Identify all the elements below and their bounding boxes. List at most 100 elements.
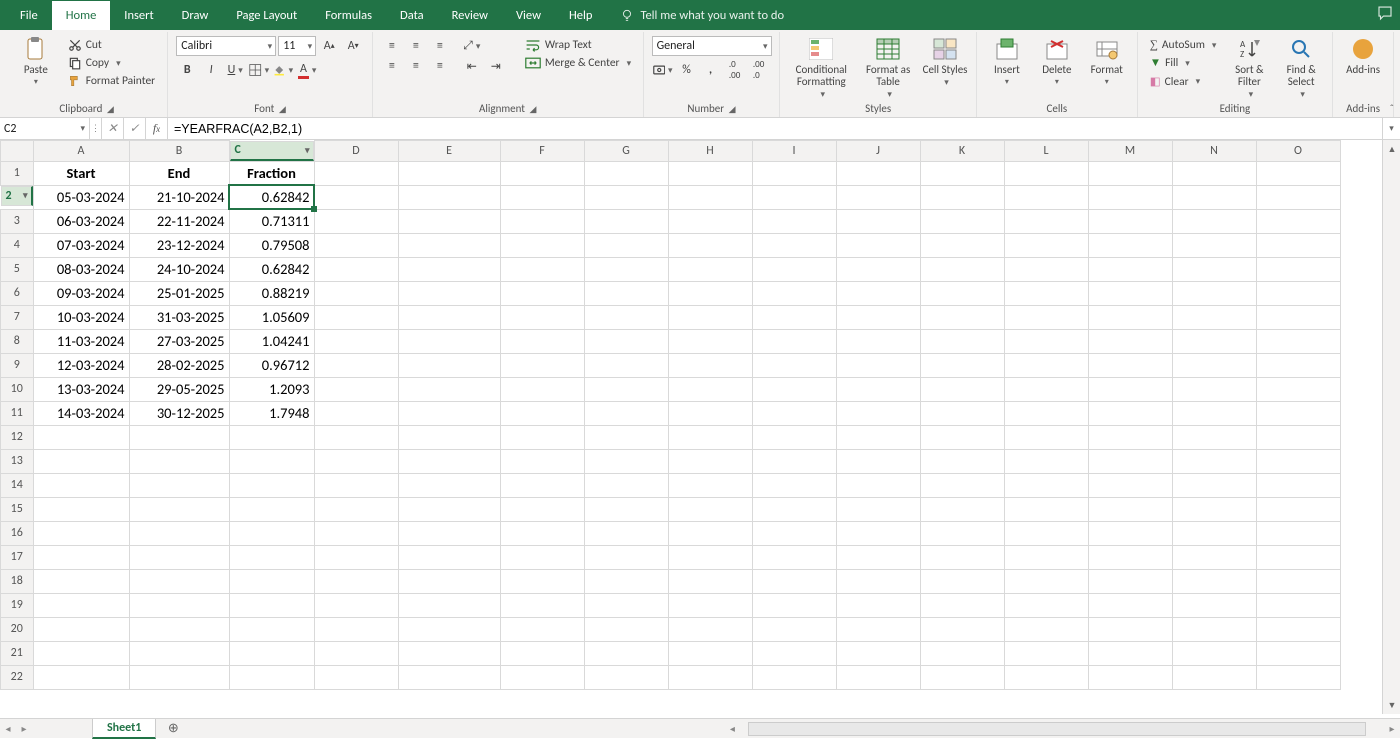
cell-B1[interactable]: End: [129, 161, 229, 185]
cell-C1[interactable]: Fraction: [229, 161, 314, 185]
cell-I17[interactable]: [752, 545, 836, 569]
cell-H12[interactable]: [668, 425, 752, 449]
cell-C17[interactable]: [229, 545, 314, 569]
cell-F11[interactable]: [500, 401, 584, 425]
cell-K21[interactable]: [920, 641, 1004, 665]
cell-H3[interactable]: [668, 209, 752, 233]
cell-L1[interactable]: [1004, 161, 1088, 185]
cell-I3[interactable]: [752, 209, 836, 233]
cell-M18[interactable]: [1088, 569, 1172, 593]
row-header-17[interactable]: 17: [1, 545, 34, 569]
cell-I19[interactable]: [752, 593, 836, 617]
cell-J19[interactable]: [836, 593, 920, 617]
cell-M13[interactable]: [1088, 449, 1172, 473]
cell-O17[interactable]: [1256, 545, 1340, 569]
cell-N16[interactable]: [1172, 521, 1256, 545]
cell-L14[interactable]: [1004, 473, 1088, 497]
cell-K8[interactable]: [920, 329, 1004, 353]
cell-G9[interactable]: [584, 353, 668, 377]
cell-I18[interactable]: [752, 569, 836, 593]
cell-G21[interactable]: [584, 641, 668, 665]
cell-G16[interactable]: [584, 521, 668, 545]
increase-indent-button[interactable]: ⇥: [485, 56, 507, 76]
cell-O21[interactable]: [1256, 641, 1340, 665]
cell-C5[interactable]: 0.62842: [229, 257, 314, 281]
cell-N22[interactable]: [1172, 665, 1256, 689]
cell-H21[interactable]: [668, 641, 752, 665]
cell-N5[interactable]: [1172, 257, 1256, 281]
cell-O20[interactable]: [1256, 617, 1340, 641]
cell-J18[interactable]: [836, 569, 920, 593]
cell-E13[interactable]: [398, 449, 500, 473]
percent-button[interactable]: %: [676, 60, 698, 80]
cell-F22[interactable]: [500, 665, 584, 689]
row-header-11[interactable]: 11: [1, 401, 34, 425]
row-header-2[interactable]: 2: [1, 186, 33, 206]
cell-N13[interactable]: [1172, 449, 1256, 473]
cell-F6[interactable]: [500, 281, 584, 305]
cell-K2[interactable]: [920, 185, 1004, 209]
cell-G22[interactable]: [584, 665, 668, 689]
copy-button[interactable]: Copy: [64, 54, 159, 72]
cell-F7[interactable]: [500, 305, 584, 329]
cell-H14[interactable]: [668, 473, 752, 497]
addins-button[interactable]: Add-ins: [1341, 36, 1385, 76]
cell-M6[interactable]: [1088, 281, 1172, 305]
column-header-C[interactable]: C: [230, 141, 314, 161]
cell-L3[interactable]: [1004, 209, 1088, 233]
cell-E2[interactable]: [398, 185, 500, 209]
row-header-20[interactable]: 20: [1, 617, 34, 641]
format-as-table-button[interactable]: Format as Table: [860, 36, 916, 100]
cell-F1[interactable]: [500, 161, 584, 185]
cell-E11[interactable]: [398, 401, 500, 425]
row-header-9[interactable]: 9: [1, 353, 34, 377]
cell-B10[interactable]: 29-05-2025: [129, 377, 229, 401]
cell-C21[interactable]: [229, 641, 314, 665]
clipboard-launcher[interactable]: ◢: [107, 104, 114, 115]
cell-H19[interactable]: [668, 593, 752, 617]
cell-G7[interactable]: [584, 305, 668, 329]
row-header-12[interactable]: 12: [1, 425, 34, 449]
cell-I10[interactable]: [752, 377, 836, 401]
cell-M11[interactable]: [1088, 401, 1172, 425]
cell-D6[interactable]: [314, 281, 398, 305]
name-box[interactable]: C2: [0, 118, 90, 139]
column-header-J[interactable]: J: [836, 141, 920, 162]
cell-G18[interactable]: [584, 569, 668, 593]
cell-M15[interactable]: [1088, 497, 1172, 521]
cell-I9[interactable]: [752, 353, 836, 377]
cell-M16[interactable]: [1088, 521, 1172, 545]
cell-B5[interactable]: 24-10-2024: [129, 257, 229, 281]
cell-N2[interactable]: [1172, 185, 1256, 209]
cell-I22[interactable]: [752, 665, 836, 689]
row-header-5[interactable]: 5: [1, 257, 34, 281]
cell-N8[interactable]: [1172, 329, 1256, 353]
cell-B7[interactable]: 31-03-2025: [129, 305, 229, 329]
cell-O18[interactable]: [1256, 569, 1340, 593]
cell-L17[interactable]: [1004, 545, 1088, 569]
cell-M20[interactable]: [1088, 617, 1172, 641]
align-center-button[interactable]: ≡: [405, 56, 427, 76]
decrease-indent-button[interactable]: ⇤: [461, 56, 483, 76]
cell-N1[interactable]: [1172, 161, 1256, 185]
cell-A6[interactable]: 09-03-2024: [33, 281, 129, 305]
cell-A18[interactable]: [33, 569, 129, 593]
cell-K20[interactable]: [920, 617, 1004, 641]
font-name-select[interactable]: Calibri: [176, 36, 276, 56]
cell-B9[interactable]: 28-02-2025: [129, 353, 229, 377]
cell-A5[interactable]: 08-03-2024: [33, 257, 129, 281]
accounting-format-button[interactable]: [652, 60, 674, 80]
cell-O19[interactable]: [1256, 593, 1340, 617]
cell-styles-button[interactable]: Cell Styles: [922, 36, 968, 88]
new-sheet-button[interactable]: ⊕: [162, 720, 184, 738]
increase-font-button[interactable]: A▴: [318, 36, 340, 56]
cell-B22[interactable]: [129, 665, 229, 689]
cell-O5[interactable]: [1256, 257, 1340, 281]
cell-H17[interactable]: [668, 545, 752, 569]
row-header-14[interactable]: 14: [1, 473, 34, 497]
cell-K14[interactable]: [920, 473, 1004, 497]
comments-button[interactable]: [1376, 4, 1394, 26]
font-color-button[interactable]: A: [296, 60, 318, 80]
cell-D20[interactable]: [314, 617, 398, 641]
alignment-launcher[interactable]: ◢: [529, 104, 536, 115]
